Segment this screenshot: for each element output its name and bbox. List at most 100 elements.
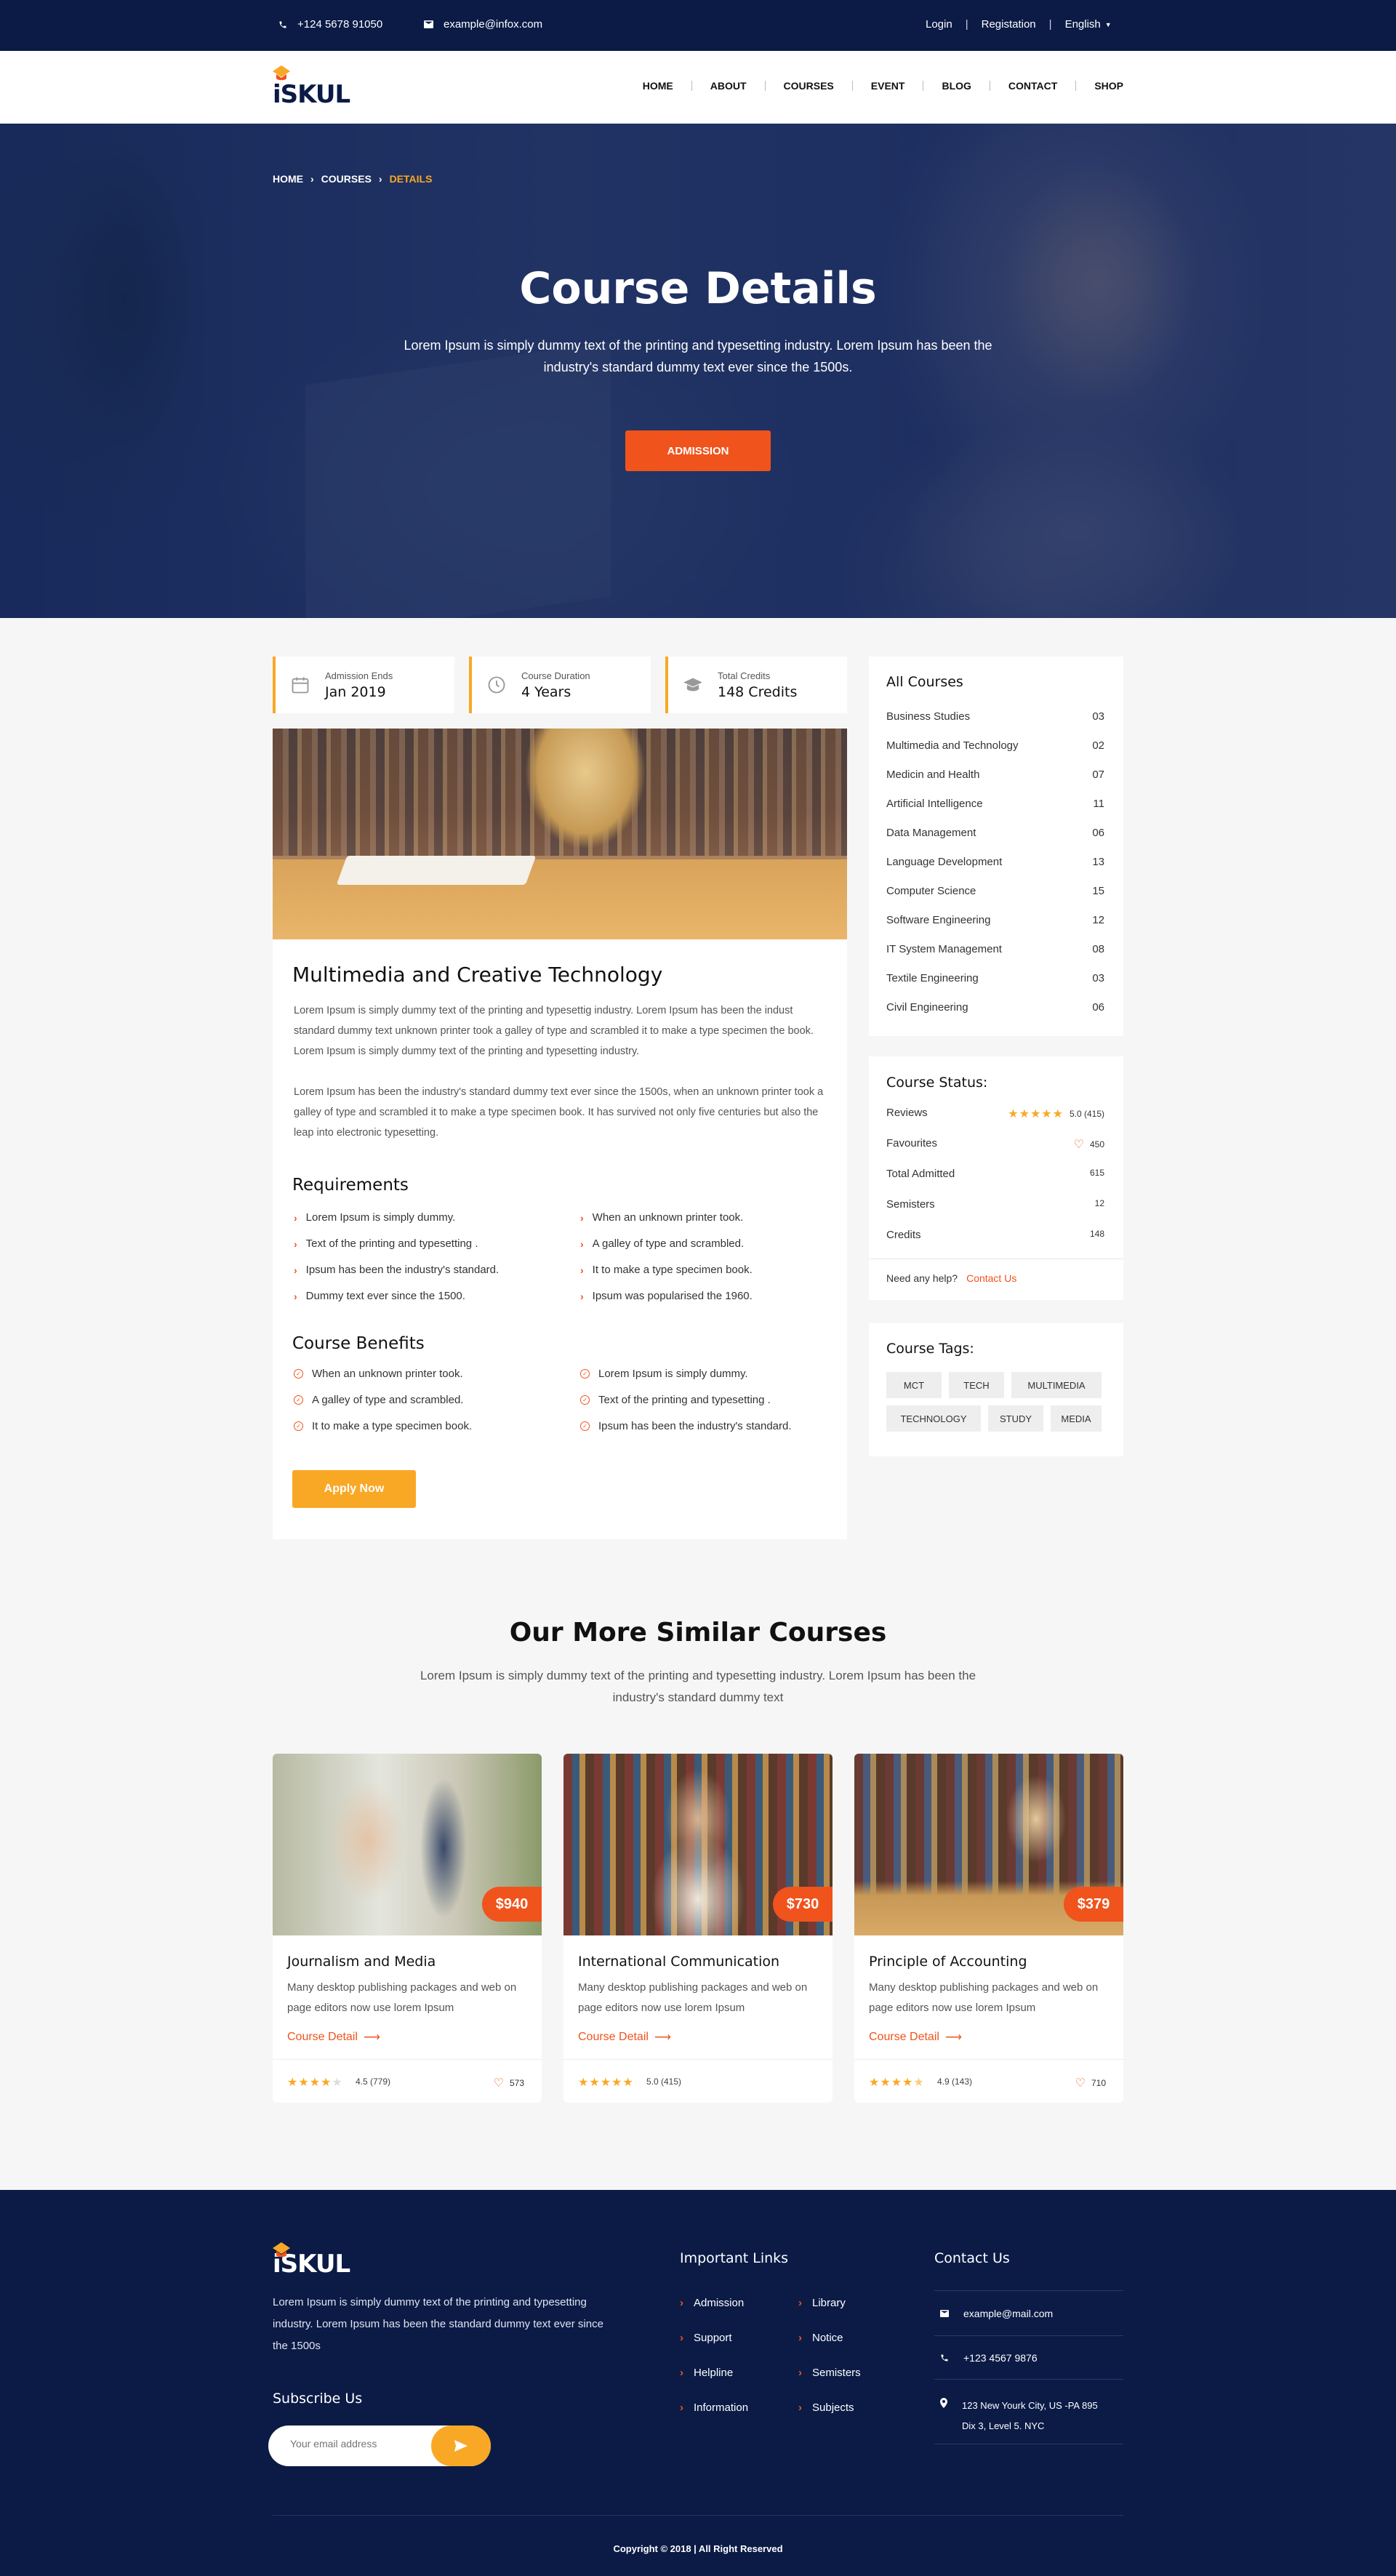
likes[interactable]: ♡ 573 [494,2076,524,2090]
breadcrumb: HOME › COURSES › DETAILS [273,173,432,185]
chevron-right-icon: › [294,1290,297,1302]
subscribe-send-button[interactable] [431,2425,491,2466]
site-logo[interactable]: iSKUL [273,65,350,109]
course-category-item[interactable]: Artificial Intelligence 11 [886,798,1104,810]
course-category-item[interactable]: Computer Science 15 [886,885,1104,897]
contact-email-row[interactable]: example@mail.com [934,2290,1123,2335]
course-category-item[interactable]: Language Development 13 [886,856,1104,868]
course-category-item[interactable]: Data Management 06 [886,827,1104,839]
topbar-email[interactable]: example@infox.com [424,18,542,31]
category-name: Multimedia and Technology [886,739,1019,752]
book-decoration [336,856,537,885]
contact-us-link[interactable]: Contact Us [966,1272,1016,1284]
nav-item-courses[interactable]: COURSES [766,80,852,92]
likes[interactable]: ♡ 710 [1075,2076,1106,2090]
course-card-title[interactable]: Journalism and Media [287,1954,436,1970]
rating-stars-icon: ★★★★★ [869,2077,925,2089]
subscribe-email-input[interactable] [290,2438,421,2449]
info-value: 148 Credits [718,683,798,700]
breadcrumb-home[interactable]: HOME [273,173,303,185]
course-detail-link[interactable]: Course Detail ⟶ [869,2030,962,2045]
divider: | [1048,18,1052,31]
benefit-item: ✓ Ipsum has been the industry's standard. [580,1420,792,1432]
course-category-item[interactable]: Textile Engineering 03 [886,972,1104,984]
contact-phone: +123 4567 9876 [963,2351,1038,2364]
footer-link-subjects[interactable]: › Subjects [798,2402,854,2414]
login-link[interactable]: Login [926,18,952,31]
course-card-description: Many desktop publishing packages and web… [578,1981,808,2014]
nav-item-event[interactable]: EVENT [853,80,923,92]
status-credits: Credits 148 [886,1229,1104,1241]
footer-link-notice[interactable]: › Notice [798,2332,843,2344]
chevron-right-icon: › [798,2332,802,2344]
requirement-text: Lorem Ipsum is simply dummy. [305,1211,456,1224]
arrow-right-icon: ⟶ [654,2031,671,2044]
benefit-item: ✓ It to make a type specimen book. [294,1420,472,1432]
tag-chip[interactable]: STUDY [988,1405,1043,1432]
course-card[interactable]: $379 Principle of Accounting Many deskto… [854,1754,1123,2103]
course-card-title[interactable]: Principle of Accounting [869,1954,1027,1970]
course-category-item[interactable]: Multimedia and Technology 02 [886,739,1104,752]
course-detail-link[interactable]: Course Detail ⟶ [287,2030,380,2045]
requirement-item: › Dummy text ever since the 1500. [294,1290,465,1302]
footer-link-admission[interactable]: › Admission [680,2297,744,2309]
category-name: Business Studies [886,710,971,723]
course-category-item[interactable]: Software Engineering 12 [886,914,1104,926]
language-select[interactable]: English ▼ [1065,18,1112,31]
apply-now-button[interactable]: Apply Now [292,1470,416,1508]
admission-button[interactable]: ADMISSION [625,430,771,471]
course-card[interactable]: $730 International Communication Many de… [563,1754,833,2103]
chevron-right-icon: › [310,173,314,185]
heart-icon[interactable]: ♡ [1074,1137,1084,1152]
course-category-item[interactable]: Medicin and Health 07 [886,769,1104,781]
course-category-item[interactable]: Civil Engineering 06 [886,1001,1104,1014]
tag-chip[interactable]: MEDIA [1051,1405,1102,1432]
nav-item-shop[interactable]: SHOP [1076,80,1123,92]
status-label: Credits [886,1229,921,1241]
category-count: 13 [1092,856,1104,868]
check-circle-icon: ✓ [294,1369,303,1379]
similar-section-subtitle: Lorem Ipsum is simply dummy text of the … [420,1669,976,1704]
tag-chip[interactable]: MCT [886,1372,942,1398]
tag-chip[interactable]: TECH [949,1372,1004,1398]
footer-link-support[interactable]: › Support [680,2332,732,2344]
nav-item-home[interactable]: HOME [625,80,691,92]
contact-phone-row[interactable]: +123 4567 9876 [934,2335,1123,2379]
course-card[interactable]: $940 Journalism and Media Many desktop p… [273,1754,542,2103]
chevron-right-icon: › [294,1264,297,1276]
status-value: 615 [1089,1168,1104,1178]
mail-icon [940,2309,949,2317]
contact-address-line1: 123 New Yourk City, US -PA 895 [962,2400,1098,2411]
topbar-phone[interactable]: +124 5678 91050 [278,18,382,31]
nav-item-about[interactable]: ABOUT [692,80,765,92]
map-pin-icon [940,2398,947,2408]
nav-item-contact[interactable]: CONTACT [990,80,1075,92]
course-card-title[interactable]: International Communication [578,1954,779,1970]
course-category-item[interactable]: Business Studies 03 [886,710,1104,723]
footer-link-library[interactable]: › Library [798,2297,846,2309]
registration-link[interactable]: Registation [982,18,1036,31]
status-reviews: Reviews ★★★★★ 5.0 (415) [886,1107,1104,1121]
course-detail-link[interactable]: Course Detail ⟶ [578,2030,671,2045]
course-category-item[interactable]: IT System Management 08 [886,943,1104,955]
nav-item-blog[interactable]: BLOG [923,80,989,92]
chevron-right-icon: › [294,1211,297,1224]
category-name: Computer Science [886,885,976,897]
footer-logo[interactable]: iSKUL [273,2242,350,2279]
tag-chip[interactable]: MULTIMEDIA [1011,1372,1102,1398]
requirement-text: Text of the printing and typesetting . [305,1237,478,1250]
rating-stars-icon: ★★★★★ [578,2077,634,2089]
category-name: Textile Engineering [886,972,979,984]
phone-icon [279,21,286,28]
breadcrumb-courses[interactable]: COURSES [321,173,372,185]
footer-link-label: Support [694,2332,732,2344]
footer-link-semisters[interactable]: › Semisters [798,2367,861,2379]
link-label: Course Detail [287,2031,358,2043]
calendar-icon [292,677,309,694]
status-favourites: Favourites ♡ 450 [886,1137,1104,1152]
category-name: Medicin and Health [886,769,980,781]
footer-link-information[interactable]: › Information [680,2402,748,2414]
rating-stars-icon: ★★★★★ [1008,1108,1064,1120]
tag-chip[interactable]: TECHNOLOGY [886,1405,981,1432]
footer-link-helpline[interactable]: › Helpline [680,2367,733,2379]
